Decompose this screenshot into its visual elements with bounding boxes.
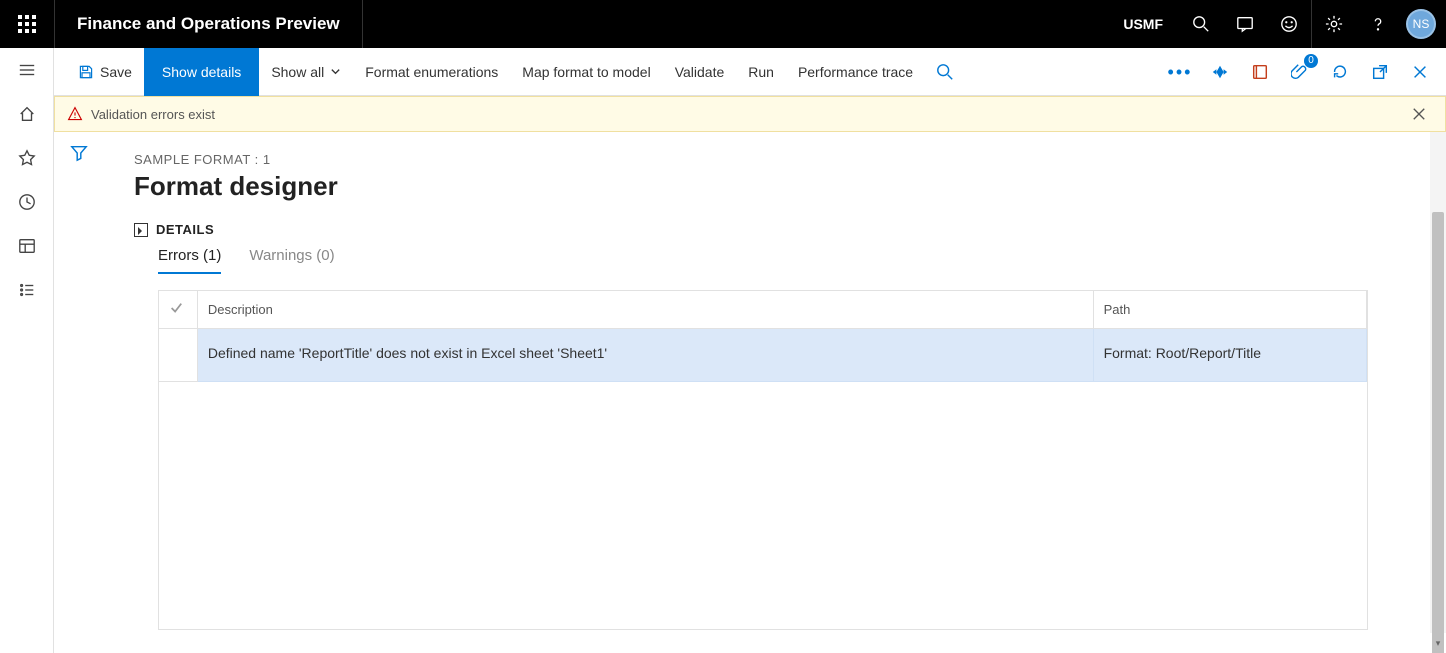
section-label: DETAILS [156,222,214,237]
table-header-row: Description Path [159,291,1367,329]
modules-list-icon[interactable] [15,278,39,302]
show-all-button[interactable]: Show all [259,48,353,96]
performance-trace-button[interactable]: Performance trace [786,48,925,96]
recent-clock-icon[interactable] [15,190,39,214]
page-title: Format designer [134,171,1446,202]
cell-description[interactable]: Defined name 'ReportTitle' does not exis… [197,329,1093,382]
content-body: SAMPLE FORMAT : 1 Format designer DETAIL… [54,132,1446,653]
left-navigation-rail [0,48,54,653]
main-region: Save Show details Show all Format enumer… [54,48,1446,653]
settings-gear-icon[interactable] [1312,0,1356,48]
scroll-down-arrow[interactable]: ▾ [1430,635,1446,651]
warning-triangle-icon [67,106,83,122]
more-actions-icon[interactable]: ••• [1160,48,1200,96]
run-button[interactable]: Run [736,48,786,96]
table-row[interactable]: Defined name 'ReportTitle' does not exis… [159,329,1367,382]
validation-message-text: Validation errors exist [91,107,215,122]
save-icon [78,64,94,80]
column-header-description[interactable]: Description [197,291,1093,329]
feedback-smile-icon[interactable] [1267,0,1311,48]
errors-grid: Description Path Defined name 'ReportTit… [158,290,1368,630]
office-icon[interactable] [1240,48,1280,96]
select-all-checkbox[interactable] [159,291,197,329]
details-section-header[interactable]: DETAILS [134,222,1446,237]
company-selector[interactable]: USMF [1107,16,1179,32]
validate-button[interactable]: Validate [663,48,737,96]
favorites-star-icon[interactable] [15,146,39,170]
breadcrumb: SAMPLE FORMAT : 1 [134,152,1446,167]
section-collapse-icon [134,223,148,237]
diamond-icon[interactable] [1200,48,1240,96]
app-title: Finance and Operations Preview [54,0,363,48]
attachments-icon[interactable] [1280,48,1320,96]
save-label: Save [100,64,132,80]
hamburger-menu-icon[interactable] [15,58,39,82]
tab-warnings[interactable]: Warnings (0) [249,247,334,274]
close-page-icon[interactable] [1400,48,1440,96]
user-avatar[interactable]: NS [1406,9,1436,39]
column-header-path[interactable]: Path [1093,291,1366,329]
help-icon[interactable] [1356,0,1400,48]
popout-icon[interactable] [1360,48,1400,96]
scrollbar-thumb[interactable] [1432,212,1444,653]
filter-pane-toggle[interactable] [54,132,104,653]
command-bar: Save Show details Show all Format enumer… [54,48,1446,96]
details-tabs: Errors (1) Warnings (0) [158,247,1446,274]
search-icon[interactable] [1179,0,1223,48]
tab-errors[interactable]: Errors (1) [158,247,221,274]
refresh-icon[interactable] [1320,48,1360,96]
vertical-scrollbar[interactable]: ▾ [1430,132,1446,633]
workspaces-icon[interactable] [15,234,39,258]
show-details-button[interactable]: Show details [144,48,259,96]
top-navbar: Finance and Operations Preview USMF NS [0,0,1446,48]
app-launcher-icon[interactable] [0,0,54,48]
map-format-button[interactable]: Map format to model [510,48,662,96]
format-enumerations-button[interactable]: Format enumerations [353,48,510,96]
messages-icon[interactable] [1223,0,1267,48]
cmd-search-icon[interactable] [925,48,965,96]
dismiss-message-icon[interactable] [1405,100,1433,128]
chevron-down-icon [330,66,341,77]
cell-path[interactable]: Format: Root/Report/Title [1093,329,1366,382]
validation-message-bar: Validation errors exist [54,96,1446,132]
filter-funnel-icon [70,144,88,162]
row-selector[interactable] [159,329,197,382]
show-all-label: Show all [271,64,324,80]
save-button[interactable]: Save [66,48,144,96]
home-icon[interactable] [15,102,39,126]
